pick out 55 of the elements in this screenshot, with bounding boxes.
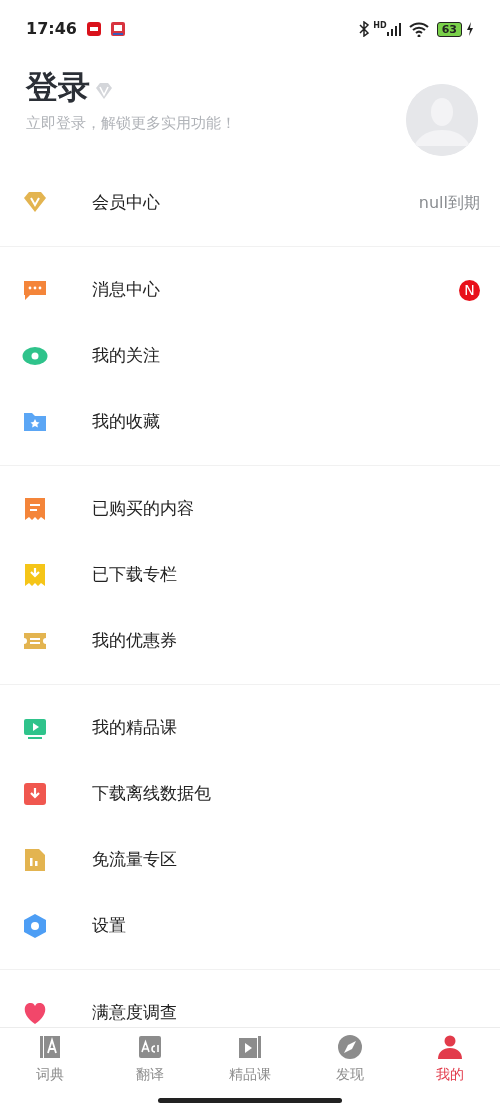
compass-icon bbox=[337, 1033, 363, 1060]
heart-icon bbox=[22, 1000, 48, 1026]
menu-item-label: 我的优惠券 bbox=[92, 629, 177, 653]
tab-item[interactable]: 词典 bbox=[0, 1028, 100, 1090]
app-notification-icon bbox=[86, 22, 101, 36]
menu-item-label: 满意度调查 bbox=[92, 1001, 177, 1025]
menu-item[interactable]: 消息中心 N bbox=[0, 257, 500, 323]
menu-item[interactable]: 我的精品课 bbox=[0, 695, 500, 761]
menu-item-label: 消息中心 bbox=[92, 278, 160, 302]
tab-item[interactable]: 发现 bbox=[300, 1028, 400, 1090]
video-book-icon bbox=[237, 1033, 263, 1060]
menu-item[interactable]: 已购买的内容 bbox=[0, 476, 500, 542]
signal-icon bbox=[386, 22, 401, 36]
network-type-label: HD bbox=[373, 20, 387, 32]
menu-item-label: 下载离线数据包 bbox=[92, 782, 211, 806]
login-title[interactable]: 登录 bbox=[26, 68, 90, 107]
document-chart-icon bbox=[22, 847, 48, 873]
translate-icon bbox=[137, 1033, 163, 1060]
menu-item[interactable]: 我的关注 bbox=[0, 323, 500, 389]
menu-item[interactable]: 我的优惠券 bbox=[0, 608, 500, 674]
menu-item-label: 会员中心 bbox=[92, 191, 160, 215]
menu-item-label: 已下载专栏 bbox=[92, 563, 177, 587]
menu-item[interactable]: 满意度调查 bbox=[0, 980, 500, 1027]
tab-item[interactable]: 精品课 bbox=[200, 1028, 300, 1090]
new-badge: N bbox=[459, 279, 480, 301]
menu-item-label: 我的关注 bbox=[92, 344, 160, 368]
download-icon bbox=[22, 562, 48, 588]
menu-item-label: 免流量专区 bbox=[92, 848, 177, 872]
expiry-text: null到期 bbox=[418, 192, 480, 214]
menu-item[interactable]: 已下载专栏 bbox=[0, 542, 500, 608]
home-indicator[interactable] bbox=[158, 1098, 342, 1103]
receipt-icon bbox=[22, 496, 48, 522]
tab-item[interactable]: 翻译 bbox=[100, 1028, 200, 1090]
bluetooth-icon bbox=[359, 21, 370, 37]
diamond-icon bbox=[94, 82, 114, 101]
charging-icon bbox=[466, 22, 474, 36]
menu-item[interactable]: 我的收藏 bbox=[0, 389, 500, 455]
menu-item[interactable]: 会员中心 null到期 bbox=[0, 170, 500, 236]
status-time: 17:46 bbox=[26, 18, 77, 40]
menu-item[interactable]: 设置 bbox=[0, 893, 500, 959]
dictionary-icon bbox=[37, 1033, 63, 1060]
download-icon bbox=[22, 781, 48, 807]
settings-icon bbox=[22, 913, 48, 939]
menu-item[interactable]: 免流量专区 bbox=[0, 827, 500, 893]
login-subtitle: 立即登录，解锁更多实用功能！ bbox=[26, 113, 236, 135]
tab-item[interactable]: 我的 bbox=[400, 1028, 500, 1090]
profile-icon bbox=[437, 1033, 463, 1060]
menu-item-label: 已购买的内容 bbox=[92, 497, 194, 521]
menu-item-label: 我的收藏 bbox=[92, 410, 160, 434]
battery-level: 63 bbox=[436, 21, 462, 37]
menu-item-label: 我的精品课 bbox=[92, 716, 177, 740]
menu-item[interactable]: 下载离线数据包 bbox=[0, 761, 500, 827]
wifi-icon bbox=[408, 21, 429, 37]
menu-item-label: 设置 bbox=[92, 914, 126, 938]
app-notification-icon bbox=[110, 22, 125, 36]
